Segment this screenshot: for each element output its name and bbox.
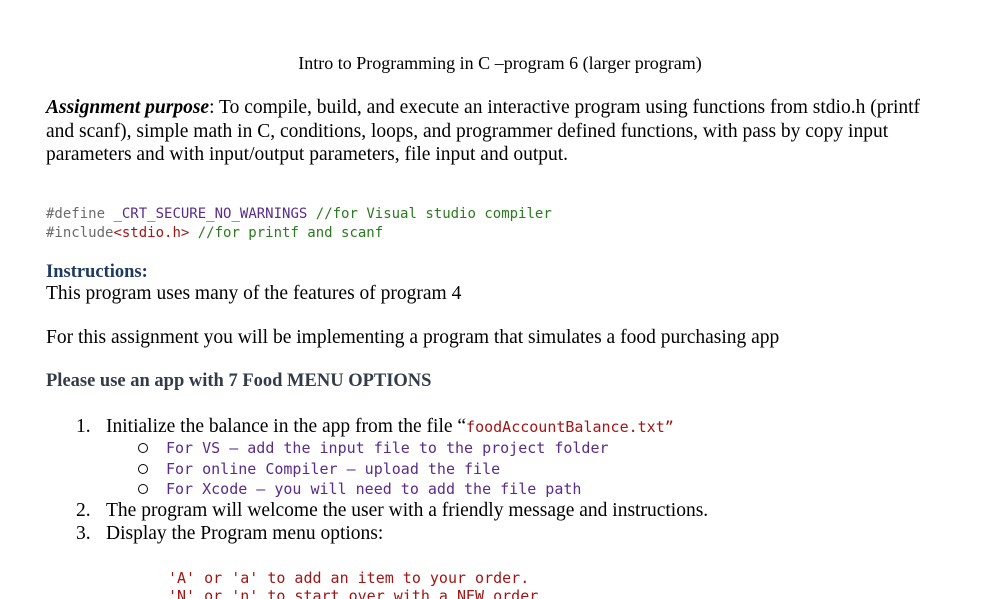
document-page: Intro to Programming in C –program 6 (la…	[0, 0, 1000, 599]
sub-item-xcode: For Xcode – you will need to add the fil…	[138, 480, 581, 499]
list-item-2: 2. The program will welcome the user with…	[76, 500, 708, 522]
list-item-3: 3. Display the Program menu options:	[76, 523, 383, 545]
sub-item-online: For online Compiler – upload the file	[138, 460, 500, 479]
instructions-heading: Instructions:	[46, 262, 148, 282]
code-include-directive: #include	[46, 225, 114, 241]
code-include-comment: //for printf and scanf	[197, 225, 384, 241]
code-define-directive: #define	[46, 206, 106, 222]
sub-item-text: For VS – add the input file to the proje…	[166, 439, 609, 457]
sub-item-vs: For VS – add the input file to the proje…	[138, 439, 609, 458]
sub-item-text: For online Compiler – upload the file	[166, 460, 501, 478]
circle-bullet-icon	[138, 443, 148, 453]
list-number: 2.	[76, 500, 91, 521]
assignment-purpose: Assignment purpose: To compile, build, a…	[46, 96, 946, 167]
list-item-1: 1. Initialize the balance in the app from…	[76, 416, 674, 438]
file-name: foodAccountBalance.txt”	[466, 418, 674, 436]
page-title: Intro to Programming in C –program 6 (la…	[298, 53, 702, 73]
circle-bullet-icon	[138, 484, 148, 494]
code-define-identifier: _CRT_SECURE_NO_WARNINGS	[113, 206, 308, 222]
list-number: 3.	[76, 523, 91, 544]
menu-options-subheading: Please use an app with 7 Food MENU OPTIO…	[46, 371, 432, 391]
list-number: 1.	[76, 416, 91, 437]
code-snippet: #define _CRT_SECURE_NO_WARNINGS //for Vi…	[46, 205, 552, 243]
list-item-text: Initialize the balance in the app from t…	[106, 416, 467, 437]
purpose-label: Assignment purpose	[46, 97, 210, 118]
code-include-header: <stdio.h>	[113, 225, 190, 241]
menu-option-new: 'N' or 'n' to start over with a NEW orde…	[168, 587, 539, 599]
list-item-text: Display the Program menu options:	[106, 523, 384, 544]
instructions-line-2: For this assignment you will be implemen…	[46, 327, 780, 348]
sub-item-text: For Xcode – you will need to add the fil…	[166, 480, 582, 498]
circle-bullet-icon	[138, 464, 148, 474]
menu-option-add: 'A' or 'a' to add an item to your order.	[168, 569, 530, 587]
instructions-line-1: This program uses many of the features o…	[46, 283, 462, 304]
code-define-comment: //for Visual studio compiler	[315, 206, 552, 222]
list-item-text: The program will welcome the user with a…	[106, 500, 709, 521]
